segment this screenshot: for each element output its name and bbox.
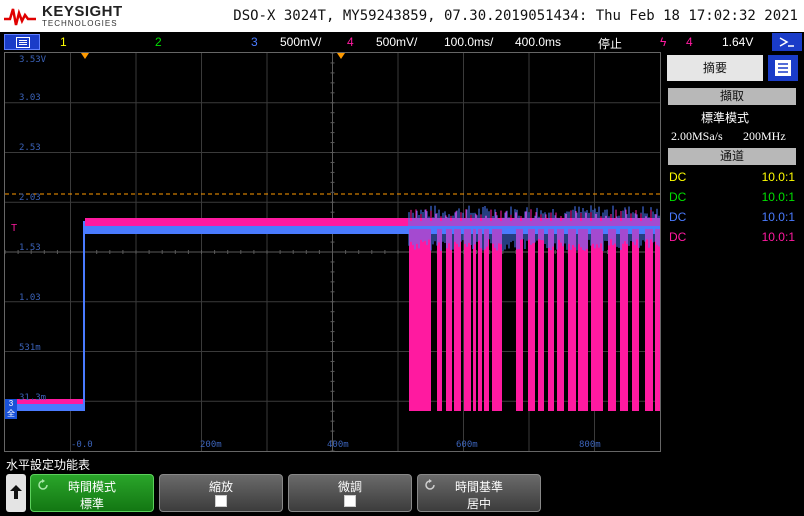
ch4-indicator[interactable]: 4 [347,35,354,49]
y-axis-label: 31.3m [19,393,47,403]
arrow-up-icon [10,485,22,499]
settings-icon [779,37,794,47]
x-axis-label: 200m [200,440,222,450]
ch4-data-burst [620,229,628,411]
fine-adjust-label: 微調 [337,480,362,494]
trigger-level-marker[interactable]: T [11,223,17,234]
ch4-high-band [85,218,660,226]
y-axis-label: 2.03 [19,193,41,203]
info-panel: 摘要 擷取 標準模式 2.00MSa/s 200MHz 通道 DC 10.0:1… [663,52,804,452]
ch4-data-burst [464,229,471,411]
run-state: 停止 [598,37,623,51]
zoom-label: 縮放 [208,480,233,494]
trigger-channel[interactable]: 4 [686,35,693,49]
time-per-div[interactable]: 100.0ms/ [444,35,493,49]
acquisition-mode: 標準模式 [701,111,750,125]
channels-header: 通道 [668,148,796,165]
ch1-indicator[interactable]: 1 [60,35,67,49]
y-axis-label: 531m [19,343,41,353]
trigger-position-marker [81,53,89,59]
ch4-data-burst [516,229,523,411]
ch4-data-burst [484,229,489,411]
ch4-data-burst [446,229,452,411]
ch3-low-baseline [17,404,83,411]
x-axis-label: 600m [456,440,478,450]
panel-options-button[interactable] [768,55,798,81]
ch4-data-burst [454,229,461,411]
ch4-data-burst [478,229,482,411]
trigger-edge-icon: ϟ [660,35,667,49]
main-menu-button[interactable] [4,34,40,50]
header-bar: KEYSIGHT TECHNOLOGIES DSO-X 3024T, MY592… [0,0,804,32]
ch4-data-burst [548,229,554,411]
brand-subtitle: TECHNOLOGIES [42,19,118,28]
status-bar: 1 2 3 500mV/ 4 500mV/ 100.0ms/ 400.0ms 停… [0,32,804,52]
time-reference-softkey[interactable]: 時間基準 居中 [417,474,541,512]
ch4-data-burst [608,229,616,411]
fine-adjust-checkbox[interactable] [344,495,356,507]
y-axis-label: 1.53 [19,243,41,253]
x-axis-label: 800m [579,440,601,450]
ch4-data-burst [528,229,535,411]
ground-reference-marker[interactable]: 3 全 [5,399,17,419]
waveform-canvas [5,53,660,451]
ch3-indicator[interactable]: 3 [251,35,258,49]
menu-list-icon [16,37,30,48]
acquisition-header: 擷取 [668,88,796,105]
brand-name: KEYSIGHT [42,3,123,20]
keysight-logo: KEYSIGHT TECHNOLOGIES [4,2,134,30]
instrument-info: DSO-X 3024T, MY59243859, 07.30.201905143… [233,8,798,24]
ch4-data-burst [655,229,660,411]
bandwidth: 200MHz [743,129,786,143]
ch4-data-burst [492,229,502,411]
y-axis-label: 3.53V [19,55,47,65]
time-mode-label: 時間模式 [67,480,116,494]
ch4-data-burst [568,229,576,411]
menu-title: 水平設定功能表 [6,458,91,472]
ch4-scale[interactable]: 500mV/ [376,35,417,49]
zoom-checkbox[interactable] [215,495,227,507]
channel-settings-button[interactable] [772,33,802,51]
ch4-data-burst [437,229,442,411]
ch2-indicator[interactable]: 2 [155,35,162,49]
delay-reference-marker [337,53,345,59]
time-reference-label: 時間基準 [454,480,503,494]
trigger-level[interactable]: 1.64V [722,35,753,49]
ch4-data-burst [538,229,544,411]
ch4-data-burst [591,229,603,411]
zoom-softkey[interactable]: 縮放 [159,474,283,512]
ch4-data-burst [557,229,564,411]
ch4-data-burst [578,229,588,411]
ch4-data-burst [645,229,653,411]
y-axis-label: 3.03 [19,93,41,103]
time-delay[interactable]: 400.0ms [515,35,561,49]
ch3-scale[interactable]: 500mV/ [280,35,321,49]
fine-adjust-softkey[interactable]: 微調 [288,474,412,512]
time-reference-value: 居中 [466,497,491,511]
ch4-data-burst [409,229,431,411]
time-mode-softkey[interactable]: 時間模式 標準 [30,474,154,512]
x-axis-label: 400m [327,440,349,450]
list-icon [775,60,791,76]
ch4-data-burst [473,229,476,411]
y-axis-label: 2.53 [19,143,41,153]
time-mode-value: 標準 [79,497,104,511]
sample-rate: 2.00MSa/s [671,129,723,143]
x-axis-label: -0.0 [71,440,93,450]
back-button[interactable] [6,474,26,512]
tab-summary[interactable]: 摘要 [667,55,763,81]
keysight-wave-icon [4,8,36,26]
y-axis-label: 1.03 [19,293,41,303]
ch4-data-burst [632,229,639,411]
waveform-display[interactable]: 3.53V 3.03 2.53 2.03 1.53 1.03 531m 31.3… [4,52,661,452]
